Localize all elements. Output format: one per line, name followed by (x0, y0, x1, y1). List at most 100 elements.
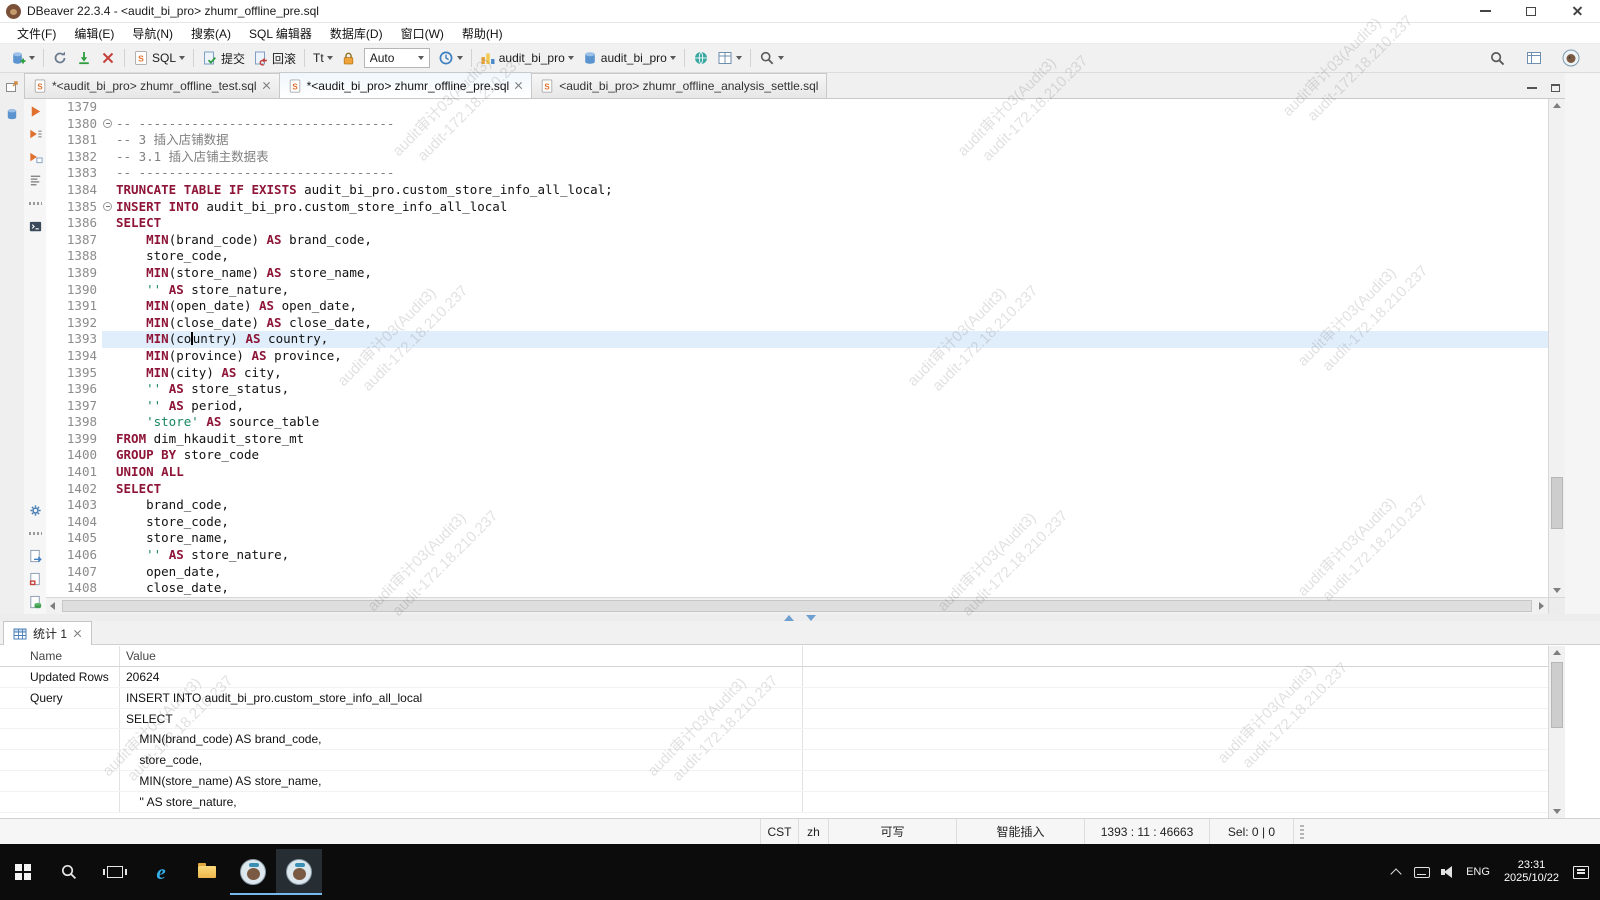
status-caret-position[interactable]: 1393 : 11 : 46663 (1084, 819, 1209, 844)
timezone-button[interactable] (689, 48, 713, 68)
execute-new-tab-button[interactable] (26, 148, 44, 166)
code-line-1401[interactable]: 1401UNION ALL (46, 464, 1548, 481)
menu-item-5[interactable]: SQL 编辑器 (240, 25, 321, 42)
code-line-1403[interactable]: 1403 brand_code, (46, 497, 1548, 514)
menu-item-6[interactable]: 数据库(D) (321, 25, 392, 42)
column-header-name[interactable]: Name (0, 646, 120, 666)
code-line-1407[interactable]: 1407 open_date, (46, 564, 1548, 581)
editor-vscrollbar[interactable] (1548, 99, 1565, 597)
restore-views-button[interactable] (3, 78, 21, 96)
commit-button[interactable]: 提交 (198, 48, 249, 69)
status-selection[interactable]: Sel: 0 | 0 (1209, 819, 1294, 844)
column-header-value[interactable]: Value (120, 646, 803, 666)
code-line-1380[interactable]: 1380-- ---------------------------------… (46, 116, 1548, 133)
scroll-down-icon[interactable] (1553, 588, 1561, 593)
close-button[interactable] (1554, 0, 1600, 22)
code-line-1396[interactable]: 1396 '' AS store_status, (46, 381, 1548, 398)
code-line-1408[interactable]: 1408 close_date, (46, 580, 1548, 597)
transaction-history-button[interactable] (434, 48, 467, 68)
code-line-1382[interactable]: 1382-- 3.1 插入店铺主数据表 (46, 149, 1548, 166)
new-connection-button[interactable] (6, 48, 39, 68)
editor-tab-3[interactable]: S<audit_bi_pro> zhumr_offline_analysis_s… (531, 73, 827, 98)
code-line-1381[interactable]: 1381-- 3 插入店铺数据 (46, 132, 1548, 149)
code-line-1405[interactable]: 1405 store_name, (46, 530, 1548, 547)
code-line-1394[interactable]: 1394 MIN(province) AS province, (46, 348, 1548, 365)
code-line-1397[interactable]: 1397 '' AS period, (46, 398, 1548, 415)
tab-close-icon[interactable] (262, 82, 271, 91)
status-language[interactable]: zh (798, 819, 828, 844)
code-line-1406[interactable]: 1406 '' AS store_nature, (46, 547, 1548, 564)
code-line-1384[interactable]: 1384TRUNCATE TABLE IF EXISTS audit_bi_pr… (46, 182, 1548, 199)
schema-select[interactable]: audit_bi_pro (578, 48, 680, 68)
maximize-button[interactable] (1508, 0, 1554, 22)
dbeaver-taskbar-button-2[interactable] (276, 849, 322, 895)
touch-keyboard-button[interactable] (1409, 852, 1435, 892)
results-vscroll-thumb[interactable] (1551, 662, 1563, 728)
start-button[interactable] (0, 849, 46, 895)
dbeaver-taskbar-button-1[interactable] (230, 849, 276, 895)
menu-item-7[interactable]: 窗口(W) (392, 25, 453, 42)
action-center-button[interactable] (1568, 852, 1594, 892)
code-line-1386[interactable]: 1386SELECT (46, 215, 1548, 232)
code-line-1399[interactable]: 1399FROM dim_hkaudit_store_mt (46, 431, 1548, 448)
transaction-mode-button[interactable]: Tt (309, 49, 337, 67)
editor-settings-button[interactable] (26, 501, 44, 519)
more-actions-button[interactable] (26, 194, 44, 212)
language-indicator[interactable]: ENG (1461, 852, 1495, 892)
dbeaver-badge-button[interactable] (1558, 47, 1584, 69)
scroll-up-icon[interactable] (1553, 650, 1561, 655)
new-sql-editor-button[interactable]: S SQL (129, 48, 189, 68)
perspective-button[interactable] (1522, 48, 1546, 68)
tab-close-icon[interactable] (514, 81, 523, 90)
stats-row-3[interactable]: SELECT (0, 709, 1548, 730)
code-line-1392[interactable]: 1392 MIN(close_date) AS close_date, (46, 315, 1548, 332)
reconnect-button[interactable] (48, 48, 72, 68)
stats-row-7[interactable]: '' AS store_nature, (0, 792, 1548, 813)
tray-expand-button[interactable] (1383, 852, 1409, 892)
menu-item-2[interactable]: 编辑(E) (65, 25, 123, 42)
export-resultset-button[interactable] (26, 547, 44, 565)
minimize-view-icon[interactable] (1527, 87, 1537, 89)
execute-script-button[interactable] (26, 125, 44, 143)
code-line-1389[interactable]: 1389 MIN(store_name) AS store_name, (46, 265, 1548, 282)
menu-item-8[interactable]: 帮助(H) (453, 25, 512, 42)
execute-statement-button[interactable] (26, 102, 44, 120)
open-console-button[interactable] (26, 217, 44, 235)
export-to-database-button[interactable] (26, 593, 44, 611)
scroll-right-icon[interactable] (1539, 602, 1544, 610)
stats-row-1[interactable]: Updated Rows20624 (0, 667, 1548, 688)
code-line-1398[interactable]: 1398 'store' AS source_table (46, 414, 1548, 431)
code-line-1385[interactable]: 1385INSERT INTO audit_bi_pro.custom_stor… (46, 199, 1548, 216)
menu-item-3[interactable]: 导航(N) (123, 25, 182, 42)
results-layout-button[interactable] (713, 48, 746, 68)
menu-item-1[interactable]: 文件(F) (8, 25, 65, 42)
code-line-1402[interactable]: 1402SELECT (46, 481, 1548, 498)
task-view-button[interactable] (92, 849, 138, 895)
code-line-1390[interactable]: 1390 '' AS store_nature, (46, 282, 1548, 299)
stats-row-4[interactable]: MIN(brand_code) AS brand_code, (0, 729, 1548, 750)
save-to-file-button[interactable] (26, 570, 44, 588)
database-navigator-button[interactable] (3, 105, 21, 123)
taskbar-search-button[interactable] (46, 849, 92, 895)
code-line-1388[interactable]: 1388 store_code, (46, 248, 1548, 265)
code-line-1383[interactable]: 1383-- ---------------------------------… (46, 165, 1548, 182)
stats-row-5[interactable]: store_code, (0, 750, 1548, 771)
maximize-view-icon[interactable] (1551, 84, 1560, 92)
editor-tab-2[interactable]: S*<audit_bi_pro> zhumr_offline_pre.sql (279, 72, 533, 98)
lock-button[interactable] (337, 49, 360, 68)
fold-marker-icon[interactable] (102, 199, 116, 216)
tab-close-icon[interactable] (73, 629, 82, 638)
code-line-1404[interactable]: 1404 store_code, (46, 514, 1548, 531)
collapse-up-icon[interactable] (784, 615, 794, 621)
editor-results-splitter[interactable] (0, 614, 1600, 621)
code-editor[interactable]: 13791380-- -----------------------------… (46, 99, 1548, 597)
code-line-1400[interactable]: 1400GROUP BY store_code (46, 447, 1548, 464)
internet-explorer-button[interactable]: e (138, 849, 184, 895)
code-line-1387[interactable]: 1387 MIN(brand_code) AS brand_code, (46, 232, 1548, 249)
rollback-button[interactable]: 回滚 (249, 48, 300, 69)
status-write-mode[interactable]: 可写 (828, 819, 956, 844)
file-explorer-button[interactable] (184, 849, 230, 895)
collapse-down-icon[interactable] (806, 615, 816, 621)
editor-hscrollbar[interactable] (46, 597, 1548, 614)
code-line-1379[interactable]: 1379 (46, 99, 1548, 116)
